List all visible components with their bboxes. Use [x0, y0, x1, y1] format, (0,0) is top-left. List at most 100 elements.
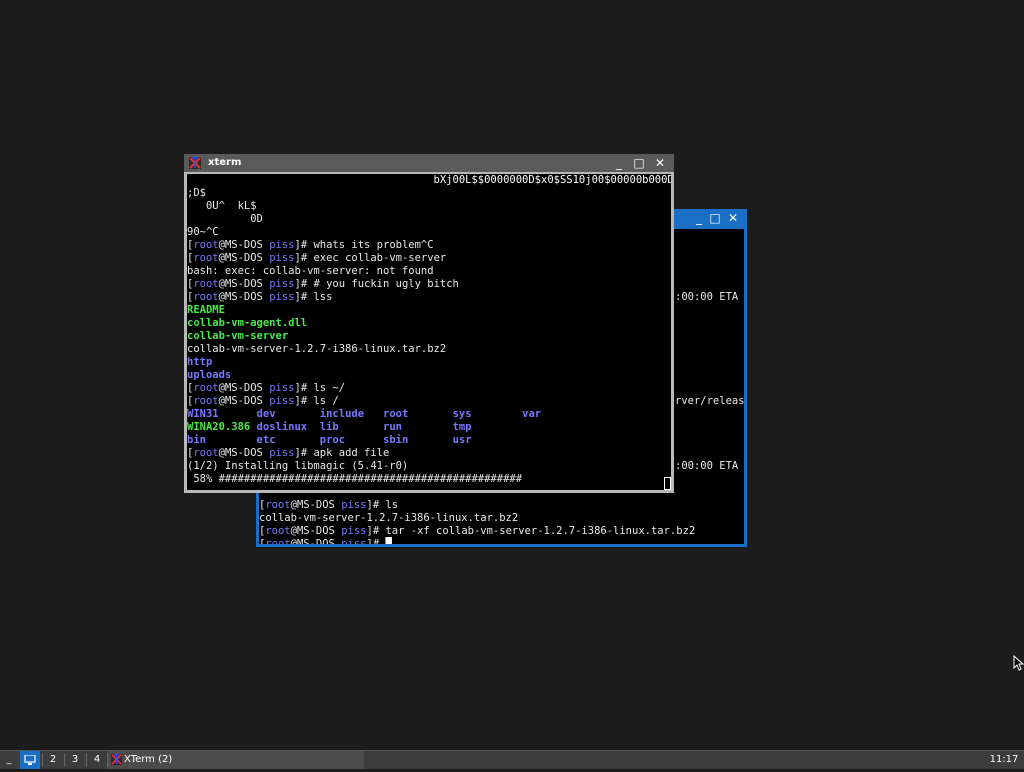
terminal-text: piss — [269, 447, 295, 459]
terminal-text: root — [193, 278, 219, 290]
terminal-line: :00:00 ETA — [675, 291, 738, 304]
monitor-icon — [24, 754, 36, 765]
maximize-button-back[interactable]: □ — [708, 211, 722, 225]
terminal-line: collab-vm-server-1.2.7-i386-linux.tar.bz… — [187, 343, 671, 356]
terminal-text: lib — [319, 421, 339, 433]
terminal-text: root — [265, 499, 291, 511]
maximize-button[interactable]: □ — [632, 156, 646, 170]
taskbar-separator — [64, 753, 65, 767]
terminal-text: 0D — [187, 213, 263, 225]
minimize-button[interactable]: _ — [612, 156, 626, 170]
terminal-text: root — [383, 408, 409, 420]
terminal-text: piss — [341, 525, 367, 537]
terminal-line: [root@MS-DOS piss]# █ — [259, 538, 392, 544]
terminal-text: piss — [269, 278, 295, 290]
workspace-2-button[interactable]: 2 — [44, 751, 62, 769]
terminal-text: etc — [256, 434, 276, 446]
clock: 11:17 — [989, 754, 1019, 765]
terminal-text: :00:00 ETA — [675, 291, 739, 303]
terminal-text: @MS-DOS — [290, 538, 342, 544]
terminal-line: WIN31 dev include root sys var — [187, 408, 671, 421]
terminal-text: piss — [269, 291, 295, 303]
terminal-text: run — [383, 421, 402, 433]
window-titlebar[interactable]: xterm _ □ ✕ — [184, 154, 674, 172]
minimize-button-back[interactable]: _ — [692, 211, 706, 225]
terminal-text: piss — [341, 538, 367, 544]
taskbar: _ 2 3 4 XTerm (2) 11:17 — [0, 750, 1024, 769]
terminal-line: [root@MS-DOS piss]# exec collab-vm-serve… — [187, 252, 671, 265]
taskbar-separator — [42, 753, 43, 767]
terminal-text: 0U^ kL$ — [187, 200, 257, 212]
terminal-text: dev — [256, 408, 276, 420]
terminal-text: WIN31 — [187, 408, 219, 420]
workspace-4-button[interactable]: 4 — [88, 751, 106, 769]
terminal-text: var — [522, 408, 542, 420]
terminal-text: proc — [319, 434, 346, 446]
taskbar-separator — [86, 753, 87, 767]
terminal-text: collab-vm-agent.dll — [187, 317, 308, 329]
terminal-line: [root@MS-DOS piss]# ls ~/ — [187, 382, 671, 395]
terminal-text: bin — [187, 434, 206, 446]
workspace-3-button[interactable]: 3 — [66, 751, 84, 769]
terminal-line: [root@MS-DOS piss]# # you fuckin ugly bi… — [187, 278, 671, 291]
terminal-text: @MS-DOS — [218, 447, 270, 459]
terminal-text: :00:00 ETA — [675, 460, 739, 472]
terminal-text: ]# whats its problem^C — [294, 239, 434, 251]
xterm-icon — [189, 157, 201, 169]
start-menu-button[interactable]: _ — [2, 751, 16, 769]
terminal-line: README — [187, 304, 671, 317]
terminal-line: 90~^C — [187, 226, 671, 239]
terminal-line: uploads — [187, 369, 671, 382]
terminal-text: collab-vm-server-1.2.7-i386-linux.tar.bz… — [187, 343, 447, 355]
terminal-line: bin etc proc sbin usr — [187, 434, 671, 447]
terminal-text: @MS-DOS — [218, 278, 270, 290]
xterm-window-front[interactable]: xterm _ □ ✕ bXj00L$$0000000D$x0$SS10j00$… — [184, 154, 674, 493]
terminal-text: collab-vm-server-1.2.7-i386-linux.tar.bz… — [259, 512, 519, 524]
terminal-text: bash: exec: collab-vm-server: not found — [187, 265, 434, 277]
terminal-line: [root@MS-DOS piss]# ls / — [187, 395, 671, 408]
scrollbar-thumb[interactable] — [664, 477, 671, 490]
terminal-text: ]# ls — [366, 499, 399, 511]
terminal-output[interactable]: bXj00L$$0000000D$x0$SS10j00$00000b000D$x… — [187, 174, 671, 490]
terminal-text: root — [193, 252, 219, 264]
terminal-line: collab-vm-server-1.2.7-i386-linux.tar.bz… — [259, 512, 518, 525]
terminal-text: root — [193, 291, 219, 303]
terminal-text: ]# — [366, 538, 386, 544]
terminal-line: collab-vm-server — [187, 330, 671, 343]
terminal-text: @MS-DOS — [218, 382, 270, 394]
terminal-line: (1/2) Installing libmagic (5.41-r0) — [187, 460, 671, 473]
close-button-back[interactable]: ✕ — [726, 211, 740, 225]
terminal-text: @MS-DOS — [218, 239, 270, 251]
close-button[interactable]: ✕ — [653, 156, 667, 170]
terminal-line: [root@MS-DOS piss]# lss — [187, 291, 671, 304]
terminal-text: █ — [385, 538, 392, 544]
terminal-line: [root@MS-DOS piss]# ls — [259, 499, 398, 512]
terminal-text: bXj00L$$0000000D$x0$SS10j00$00000b000D$x… — [187, 174, 671, 186]
terminal-text: 90~^C — [187, 226, 219, 238]
taskbar-task-xterm[interactable]: XTerm (2) — [108, 751, 364, 769]
mouse-pointer-icon — [1013, 655, 1024, 671]
terminal-line: http — [187, 356, 671, 369]
terminal-text: doslinux — [256, 421, 308, 433]
terminal-text: root — [265, 538, 291, 544]
terminal-line: rver/releas — [675, 395, 744, 408]
terminal-text: @MS-DOS — [218, 291, 270, 303]
terminal-text: include — [319, 408, 365, 420]
terminal-text: rver/releas — [675, 395, 744, 407]
terminal-text: ]# tar -xf collab-vm-server-1.2.7-i386-l… — [366, 525, 696, 537]
terminal-text: ;D$ — [187, 187, 206, 199]
terminal-text: piss — [269, 395, 295, 407]
workspace-1-button[interactable] — [20, 751, 40, 769]
terminal-line: collab-vm-agent.dll — [187, 317, 671, 330]
terminal-text: root — [193, 395, 219, 407]
terminal-line: 58% ####################################… — [187, 473, 671, 486]
terminal-text: ]# ls ~/ — [294, 382, 346, 394]
terminal-text: ]# exec collab-vm-server — [294, 252, 447, 264]
terminal-text: piss — [269, 382, 295, 394]
